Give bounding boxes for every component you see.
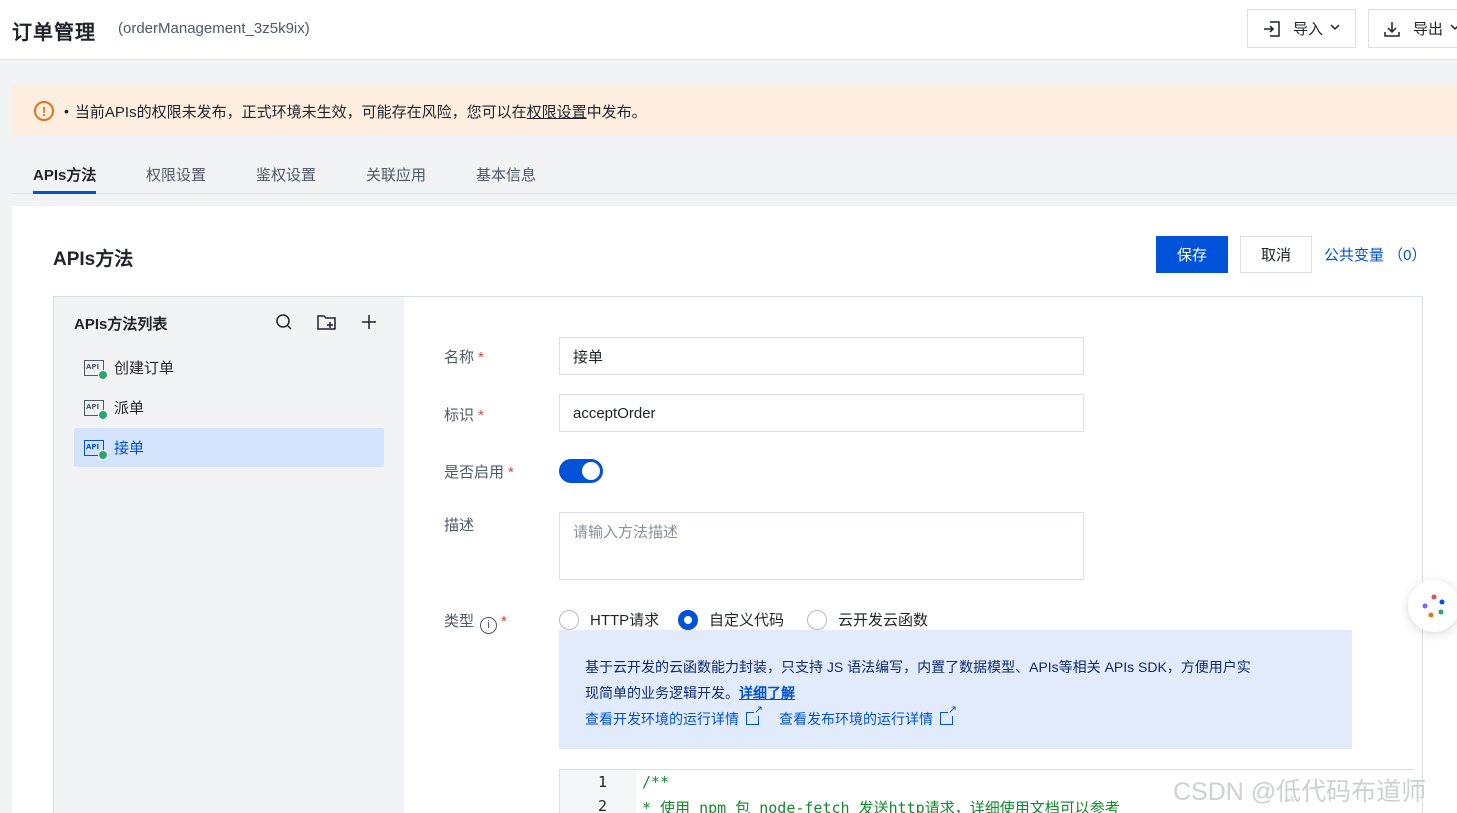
type-label: 类型 i *	[444, 610, 507, 634]
custom-code-info-box: 基于云开发的云函数能力封装，只支持 JS 语法编写，内置了数据模型、APIs等相…	[559, 630, 1352, 749]
learn-more-link[interactable]: 详细了解	[739, 685, 795, 701]
add-icon[interactable]	[357, 310, 381, 334]
description-label: 描述	[444, 517, 475, 534]
info-line-1: 基于云开发的云函数能力封装，只支持 JS 语法编写，内置了数据模型、APIs等相…	[585, 659, 1251, 675]
code-line: * 使用 npm 包 node-fetch 发送http请求，详细使用文档可以参…	[642, 799, 1120, 813]
radio-custom-code[interactable]: 自定义代码	[678, 609, 784, 630]
tab-auth-settings[interactable]: 鉴权设置	[256, 164, 316, 185]
api-icon: API	[84, 359, 108, 380]
export-label: 导出	[1413, 21, 1444, 38]
chevron-down-icon	[1449, 21, 1457, 36]
identifier-label: 标识 *	[444, 407, 484, 424]
warning-banner: ! • 当前APIs的权限未发布，正式环境未生效，可能存在风险，您可以在 权限设置…	[12, 86, 1457, 136]
enabled-label: 是否启用 *	[444, 464, 514, 481]
methods-panel: APIs方法列表 API 创建订单 API 派单 API 接单 名称 * 接单 …	[53, 296, 1423, 813]
api-icon: API	[84, 399, 108, 420]
watermark: CSDN @低代码布道师	[1173, 778, 1427, 806]
search-icon[interactable]	[272, 310, 296, 334]
assistant-icon	[1422, 594, 1445, 618]
method-item-dispatch[interactable]: API 派单	[74, 388, 384, 427]
dev-env-details-link[interactable]: 查看开发环境的运行详情	[585, 704, 763, 732]
radio-http-request[interactable]: HTTP请求	[559, 609, 659, 630]
new-folder-icon[interactable]	[315, 310, 339, 334]
top-header: 订单管理 (orderManagement_3z5k9ix) 导入 导出	[0, 0, 1457, 60]
cancel-button[interactable]: 取消	[1240, 236, 1312, 273]
info-icon[interactable]: i	[480, 616, 498, 634]
import-icon	[1261, 18, 1283, 40]
bullet: •	[64, 103, 69, 119]
tab-bar: APIs方法 权限设置 鉴权设置 关联应用 基本信息	[12, 152, 1457, 194]
section-title: APIs方法	[53, 249, 134, 270]
banner-text-suffix: 中发布。	[586, 103, 647, 121]
export-button[interactable]: 导出	[1368, 9, 1457, 48]
prod-env-details-link[interactable]: 查看发布环境的运行详情	[779, 704, 957, 732]
permission-settings-link[interactable]: 权限设置	[527, 101, 587, 122]
assistant-float-button[interactable]	[1408, 580, 1457, 632]
import-label: 导入	[1293, 21, 1324, 38]
page-title: 订单管理	[12, 22, 96, 44]
method-label: 派单	[114, 400, 145, 417]
download-icon	[1381, 18, 1403, 40]
methods-sidebar: APIs方法列表 API 创建订单 API 派单 API 接单	[54, 297, 404, 813]
api-icon: API	[84, 439, 108, 460]
warning-icon: !	[34, 101, 54, 121]
radio-cloud-function[interactable]: 云开发云函数	[807, 609, 928, 630]
description-field[interactable]: 请输入方法描述	[559, 512, 1084, 580]
tab-basic-info[interactable]: 基本信息	[476, 164, 536, 185]
code-line: /**	[642, 773, 670, 791]
save-button[interactable]: 保存	[1156, 236, 1228, 273]
method-label: 创建订单	[114, 360, 175, 377]
chevron-down-icon	[1329, 21, 1341, 36]
tab-apis-methods[interactable]: APIs方法	[33, 164, 96, 185]
name-label: 名称 *	[444, 349, 484, 366]
banner-text-prefix: 当前APIs的权限未发布，正式环境未生效，可能存在风险，您可以在	[74, 103, 527, 121]
main-card: APIs方法 保存 取消 公共变量 （0） APIs方法列表 API 创建订单 …	[12, 206, 1457, 813]
public-variables-link[interactable]: 公共变量 （0）	[1324, 244, 1427, 265]
name-field[interactable]: 接单	[559, 337, 1084, 375]
method-label: 接单	[114, 440, 145, 457]
method-item-accept-order[interactable]: API 接单	[74, 428, 384, 467]
external-link-icon	[940, 704, 957, 725]
line-number: 2	[598, 797, 608, 813]
info-line-2: 现简单的业务逻辑开发。	[585, 685, 739, 701]
method-item-create-order[interactable]: API 创建订单	[74, 348, 384, 387]
line-number: 1	[598, 773, 608, 791]
active-tab-indicator	[33, 191, 96, 194]
app-identifier: (orderManagement_3z5k9ix)	[118, 20, 310, 37]
tab-permission-settings[interactable]: 权限设置	[146, 164, 206, 185]
import-button[interactable]: 导入	[1247, 9, 1356, 48]
methods-list-title: APIs方法列表	[74, 316, 168, 333]
identifier-field[interactable]: acceptOrder	[559, 394, 1084, 432]
external-link-icon	[746, 704, 763, 725]
tab-linked-apps[interactable]: 关联应用	[366, 164, 426, 185]
enabled-toggle[interactable]	[559, 459, 603, 483]
